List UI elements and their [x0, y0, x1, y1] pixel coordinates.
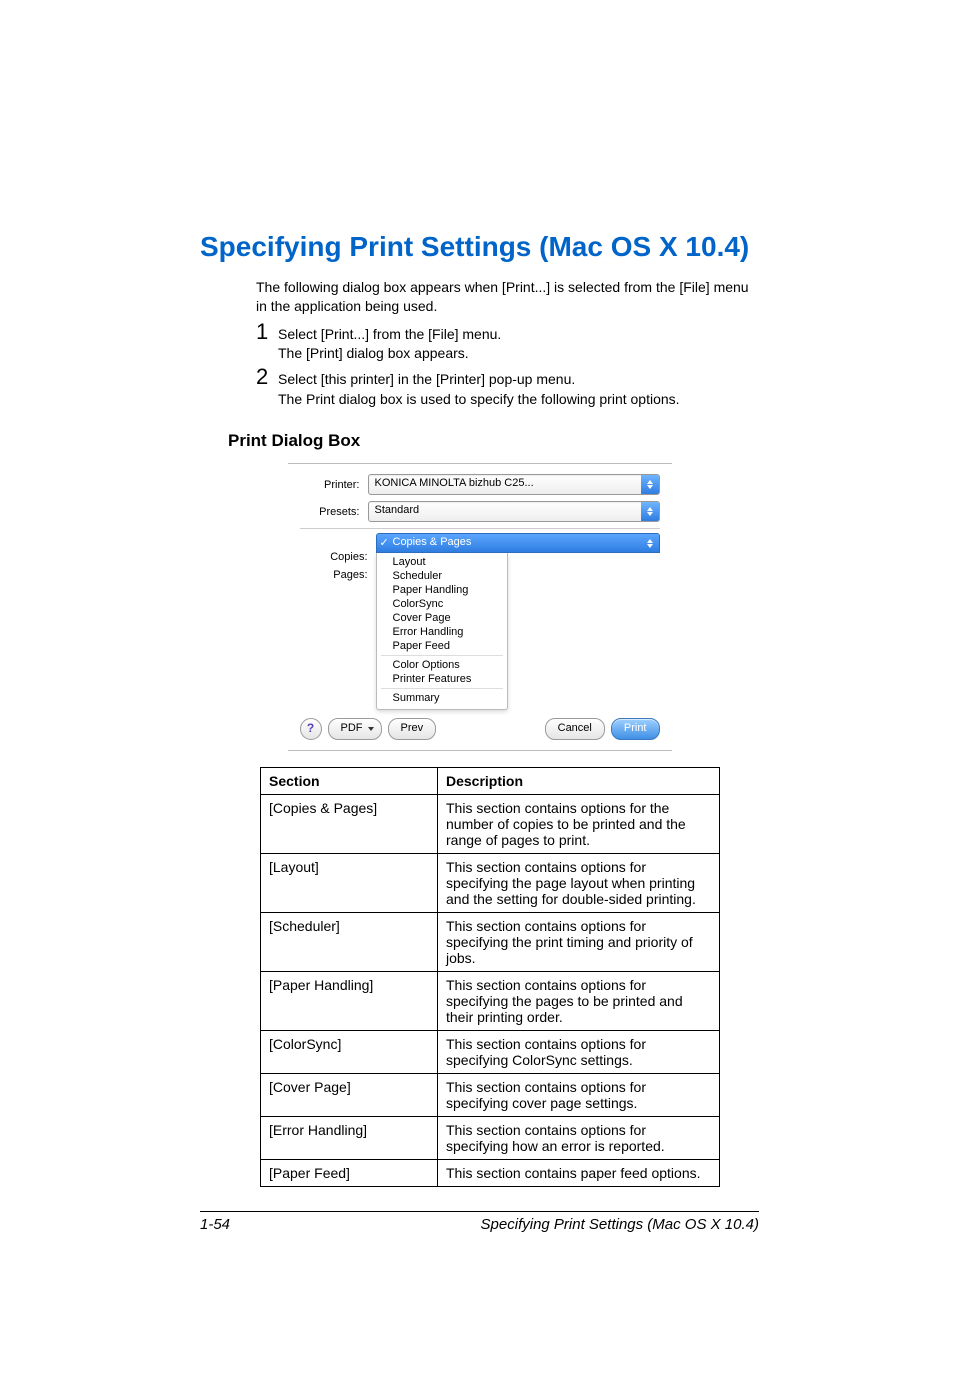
- step-1-primary: Select [Print...] from the [File] menu.: [278, 325, 759, 345]
- panel-menu: Layout Scheduler Paper Handling ColorSyn…: [376, 553, 508, 710]
- cell-section: [Error Handling]: [261, 1117, 438, 1160]
- cell-section: [Paper Handling]: [261, 972, 438, 1031]
- cell-desc: This section contains options for specif…: [438, 972, 720, 1031]
- presets-select-value: Standard: [375, 504, 420, 516]
- panel-item-paper-handling[interactable]: Paper Handling: [377, 583, 507, 597]
- footer-page-number: 1-54: [200, 1216, 230, 1233]
- panel-popup[interactable]: ✓ Copies & Pages Layout Scheduler Paper …: [376, 533, 660, 710]
- printer-select-value: KONICA MINOLTA bizhub C25...: [375, 477, 534, 489]
- table-row: [Cover Page]This section contains option…: [261, 1074, 720, 1117]
- cell-section: [Scheduler]: [261, 913, 438, 972]
- panel-item-error-handling[interactable]: Error Handling: [377, 625, 507, 639]
- cell-section: [Copies & Pages]: [261, 795, 438, 854]
- page-footer: 1-54 Specifying Print Settings (Mac OS X…: [200, 1211, 759, 1233]
- subheading: Print Dialog Box: [228, 431, 759, 451]
- pages-label: Pages:: [300, 569, 368, 581]
- panel-item-color-options[interactable]: Color Options: [377, 658, 507, 672]
- step-2-secondary: The Print dialog box is used to specify …: [278, 390, 759, 410]
- cell-section: [Paper Feed]: [261, 1160, 438, 1187]
- check-icon: ✓: [380, 535, 389, 552]
- menu-separator: [381, 655, 503, 656]
- preview-button[interactable]: Prev: [388, 718, 437, 740]
- intro-paragraph: The following dialog box appears when [P…: [256, 278, 759, 317]
- updown-icon: [641, 502, 659, 521]
- cell-desc: This section contains options for specif…: [438, 1074, 720, 1117]
- panel-item-printer-features[interactable]: Printer Features: [377, 672, 507, 686]
- panel-selected: Copies & Pages: [393, 536, 472, 548]
- steps-list: Select [Print...] from the [File] menu. …: [256, 325, 759, 409]
- step-2: Select [this printer] in the [Printer] p…: [256, 370, 759, 409]
- panel-item-scheduler[interactable]: Scheduler: [377, 569, 507, 583]
- th-description: Description: [438, 768, 720, 795]
- th-section: Section: [261, 768, 438, 795]
- cancel-button[interactable]: Cancel: [545, 718, 605, 740]
- table-row: [Paper Feed]This section contains paper …: [261, 1160, 720, 1187]
- cell-desc: This section contains options for the nu…: [438, 795, 720, 854]
- updown-icon: [641, 475, 659, 494]
- panel-item-colorsync[interactable]: ColorSync: [377, 597, 507, 611]
- cell-section: [ColorSync]: [261, 1031, 438, 1074]
- pdf-button[interactable]: PDF: [328, 718, 382, 740]
- table-row: [Copies & Pages]This section contains op…: [261, 795, 720, 854]
- print-dialog: Printer: KONICA MINOLTA bizhub C25... Pr…: [288, 463, 672, 751]
- table-row: [Error Handling]This section contains op…: [261, 1117, 720, 1160]
- cell-section: [Cover Page]: [261, 1074, 438, 1117]
- presets-label: Presets:: [300, 506, 368, 518]
- reference-table: Section Description [Copies & Pages]This…: [260, 767, 720, 1187]
- cell-desc: This section contains options for specif…: [438, 1117, 720, 1160]
- step-1-secondary: The [Print] dialog box appears.: [278, 344, 759, 364]
- panel-item-summary[interactable]: Summary: [377, 691, 507, 705]
- panel-item-paper-feed[interactable]: Paper Feed: [377, 639, 507, 653]
- table-row: [Scheduler]This section contains options…: [261, 913, 720, 972]
- cell-desc: This section contains options for specif…: [438, 913, 720, 972]
- printer-label: Printer:: [300, 479, 368, 491]
- presets-select[interactable]: Standard: [368, 501, 660, 522]
- table-row: [ColorSync]This section contains options…: [261, 1031, 720, 1074]
- table-row: [Layout]This section contains options fo…: [261, 854, 720, 913]
- panel-item-layout[interactable]: Layout: [377, 555, 507, 569]
- cell-desc: This section contains paper feed options…: [438, 1160, 720, 1187]
- footer-title: Specifying Print Settings (Mac OS X 10.4…: [481, 1216, 759, 1233]
- copies-label: Copies:: [300, 551, 368, 563]
- printer-select[interactable]: KONICA MINOLTA bizhub C25...: [368, 474, 660, 495]
- cell-desc: This section contains options for specif…: [438, 854, 720, 913]
- cell-section: [Layout]: [261, 854, 438, 913]
- cell-desc: This section contains options for specif…: [438, 1031, 720, 1074]
- panel-item-cover-page[interactable]: Cover Page: [377, 611, 507, 625]
- step-1: Select [Print...] from the [File] menu. …: [256, 325, 759, 364]
- help-button[interactable]: ?: [300, 718, 322, 740]
- page-title: Specifying Print Settings (Mac OS X 10.4…: [200, 230, 759, 264]
- table-row: [Paper Handling]This section contains op…: [261, 972, 720, 1031]
- updown-icon: [641, 534, 659, 552]
- step-2-primary: Select [this printer] in the [Printer] p…: [278, 370, 759, 390]
- menu-separator: [381, 688, 503, 689]
- print-button[interactable]: Print: [611, 718, 660, 740]
